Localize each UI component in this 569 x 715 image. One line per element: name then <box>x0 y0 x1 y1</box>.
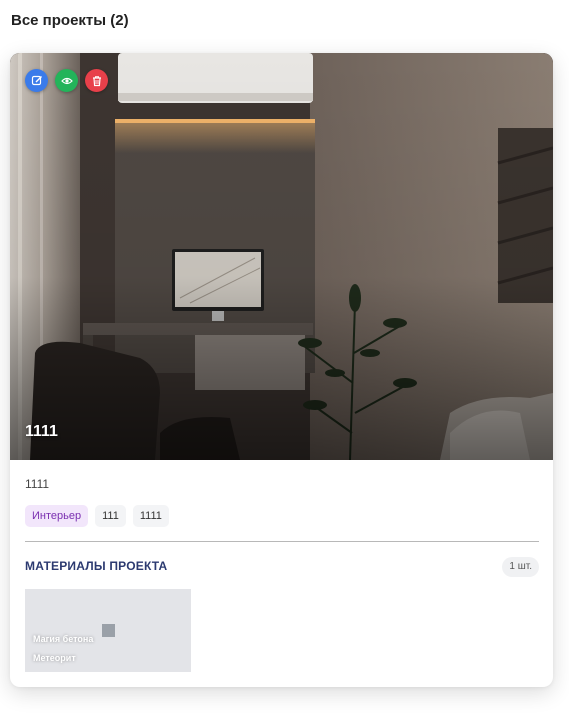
tag-1111[interactable]: 1111 <box>132 505 169 527</box>
edit-button[interactable] <box>25 69 48 92</box>
tag-111[interactable]: 111 <box>95 505 126 527</box>
delete-button[interactable] <box>85 69 108 92</box>
materials-section-title: МАТЕРИАЛЫ ПРОЕКТА <box>25 559 168 573</box>
pencil-icon <box>31 75 42 85</box>
project-cover-title: 1111 <box>25 423 58 440</box>
project-cover-image[interactable]: 1111 <box>10 53 553 460</box>
materials-count-badge: 1 шт. <box>502 557 539 577</box>
project-tags: Интерьер 111 1111 <box>25 505 169 527</box>
material-tile[interactable]: Магия бетона Метеорит <box>25 589 191 672</box>
section-divider <box>25 541 539 542</box>
material-name: Магия бетона <box>33 634 94 644</box>
trash-icon <box>92 75 101 86</box>
eye-icon <box>60 77 73 84</box>
material-thumbnail-placeholder <box>102 624 115 637</box>
material-subname: Метеорит <box>33 653 76 663</box>
project-description: 1111 <box>25 477 50 491</box>
project-card[interactable]: 1111 1111 Интерьер 111 1111 МАТЕРИАЛЫ ПР… <box>10 53 553 687</box>
card-action-buttons <box>25 69 108 92</box>
view-button[interactable] <box>55 69 78 92</box>
tag-interior[interactable]: Интерьер <box>25 505 89 527</box>
interior-render-illustration <box>10 53 553 460</box>
page-title: Все проекты (2) <box>11 12 129 29</box>
